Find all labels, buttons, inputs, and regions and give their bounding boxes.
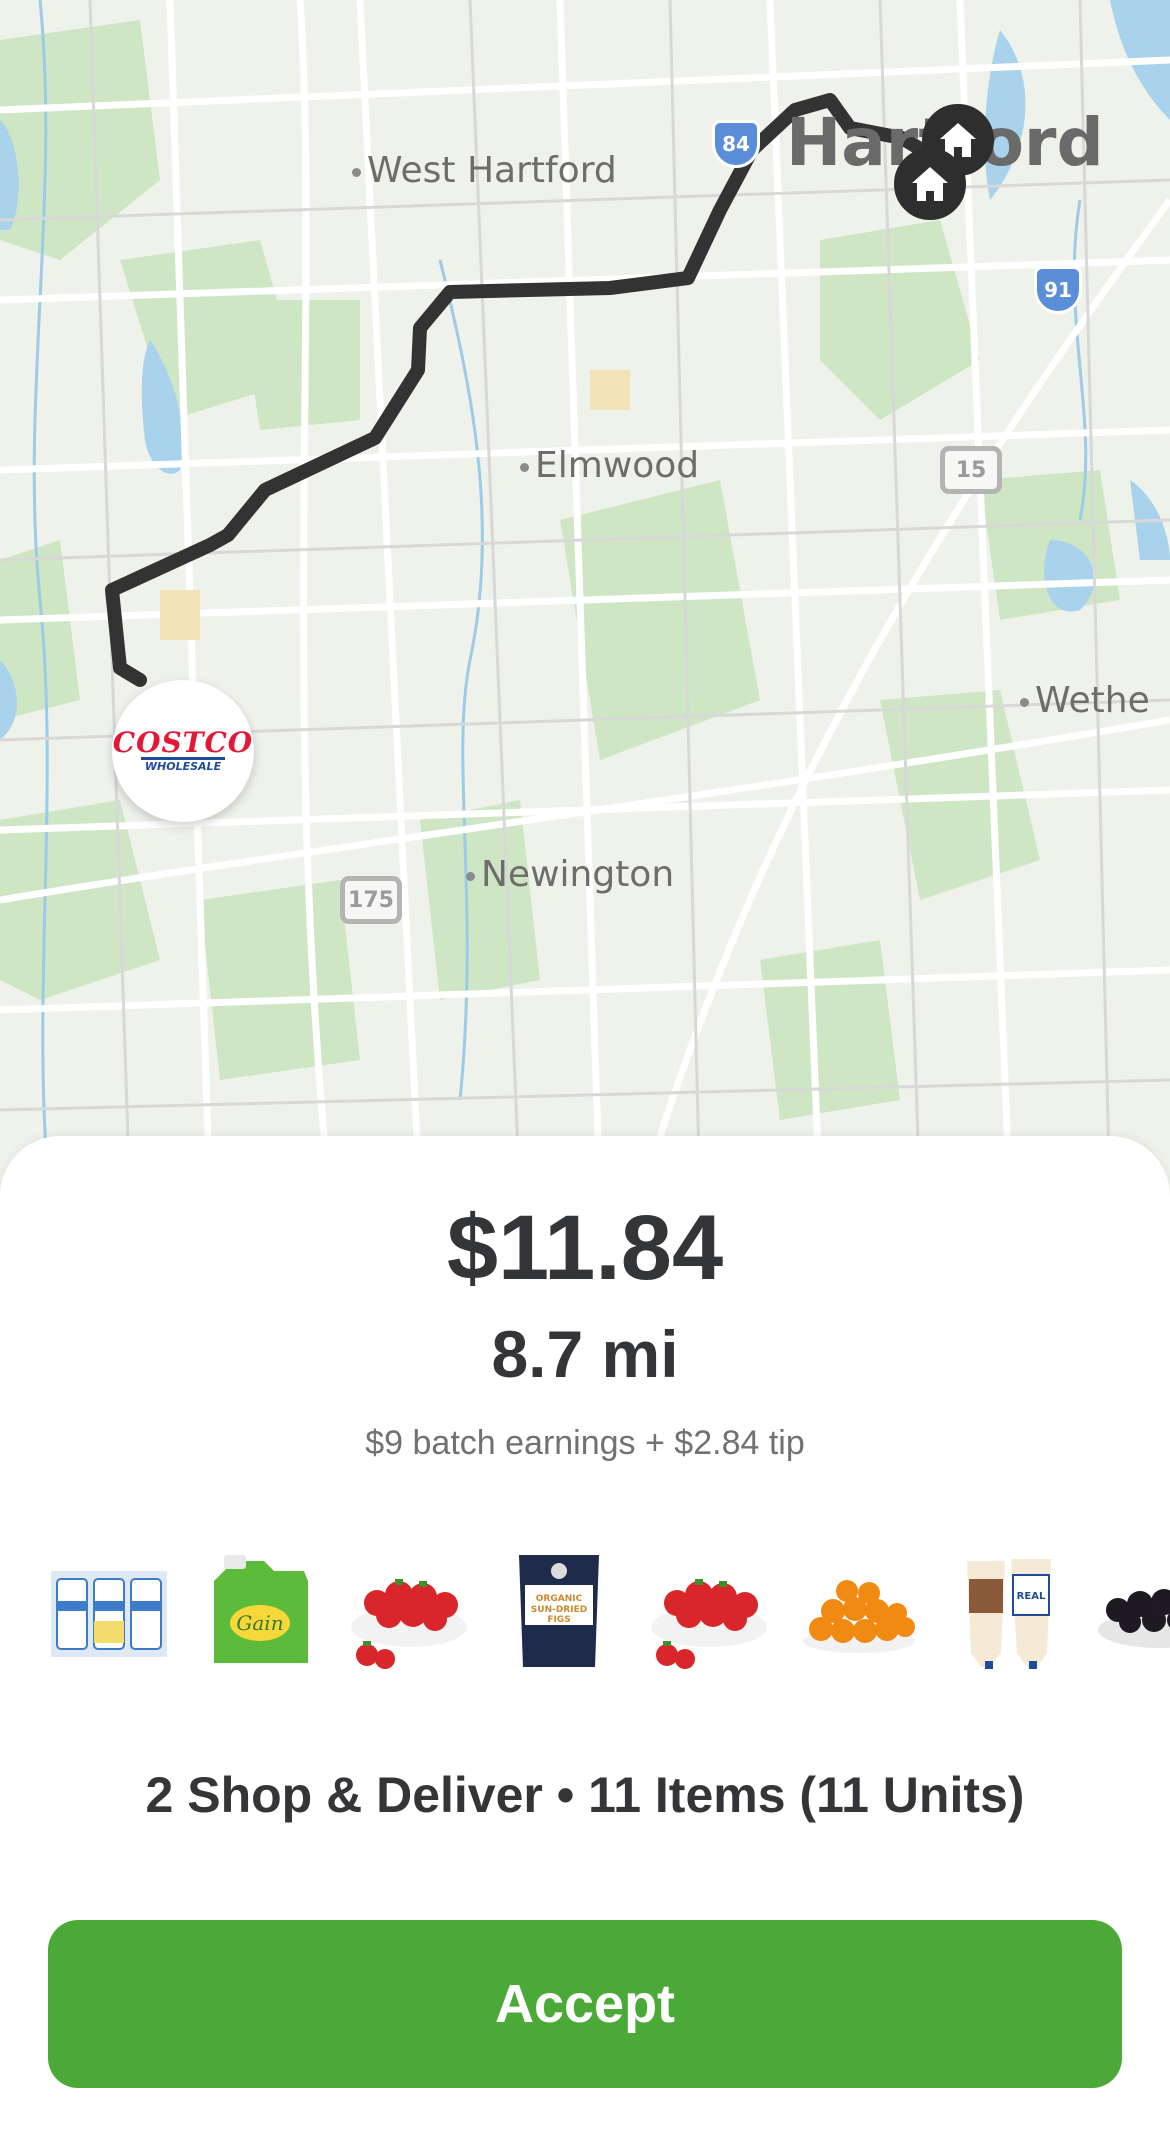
offer-distance: 8.7 mi — [491, 1317, 679, 1391]
svg-text:FIGS: FIGS — [547, 1615, 570, 1625]
earnings-breakdown: $9 batch earnings + $2.84 tip — [365, 1424, 805, 1462]
cetaphil-lotion-pack-icon — [44, 1546, 174, 1676]
interstate-91-shield-icon: 91 — [1034, 266, 1082, 314]
home-pin-icon[interactable] — [894, 148, 966, 220]
place-wethersfield: Wethe — [1020, 680, 1150, 721]
route-map[interactable]: West Hartford Hartford Elmwood Wethe New… — [0, 0, 1170, 1200]
sun-dried-figs-bag-icon: ORGANIC SUN-DRIED FIGS — [494, 1546, 624, 1676]
costco-logo: COSTCO — [112, 725, 254, 759]
costco-logo-subtitle: WHOLESALE — [140, 756, 226, 774]
strawberries-bowl-icon — [644, 1546, 774, 1676]
svg-text:REAL: REAL — [1017, 1591, 1046, 1602]
route-175-shield-icon: 175 — [340, 876, 402, 924]
strawberries-bowl-icon — [344, 1546, 474, 1676]
route-15-shield-icon: 15 — [940, 446, 1002, 494]
place-west-hartford: West Hartford — [352, 150, 617, 191]
costco-store-pin[interactable]: COSTCO WHOLESALE — [112, 680, 254, 822]
place-newington: Newington — [466, 854, 674, 895]
hellmanns-mayonnaise-icon: REAL — [944, 1546, 1074, 1676]
gain-detergent-icon: Gain — [194, 1546, 324, 1676]
blackberries-bowl-icon — [1094, 1546, 1170, 1676]
item-thumbnails[interactable]: Gain ORGANIC SUN-DRIED FIGS REAL — [0, 1546, 1170, 1686]
svg-text:SUN-DRIED: SUN-DRIED — [531, 1605, 587, 1615]
interstate-84-shield-icon: 84 — [712, 120, 760, 168]
offer-amount: $11.84 — [446, 1197, 724, 1299]
svg-text:ORGANIC: ORGANIC — [536, 1594, 583, 1604]
mandarin-oranges-icon — [794, 1546, 924, 1676]
batch-offer-sheet: $11.84 8.7 mi $9 batch earnings + $2.84 … — [0, 1136, 1170, 2154]
svg-text:Gain: Gain — [236, 1611, 283, 1635]
accept-button[interactable]: Accept — [48, 1920, 1122, 2088]
place-elmwood: Elmwood — [520, 445, 699, 486]
batch-summary: 2 Shop & Deliver • 11 Items (11 Units) — [145, 1767, 1025, 1823]
